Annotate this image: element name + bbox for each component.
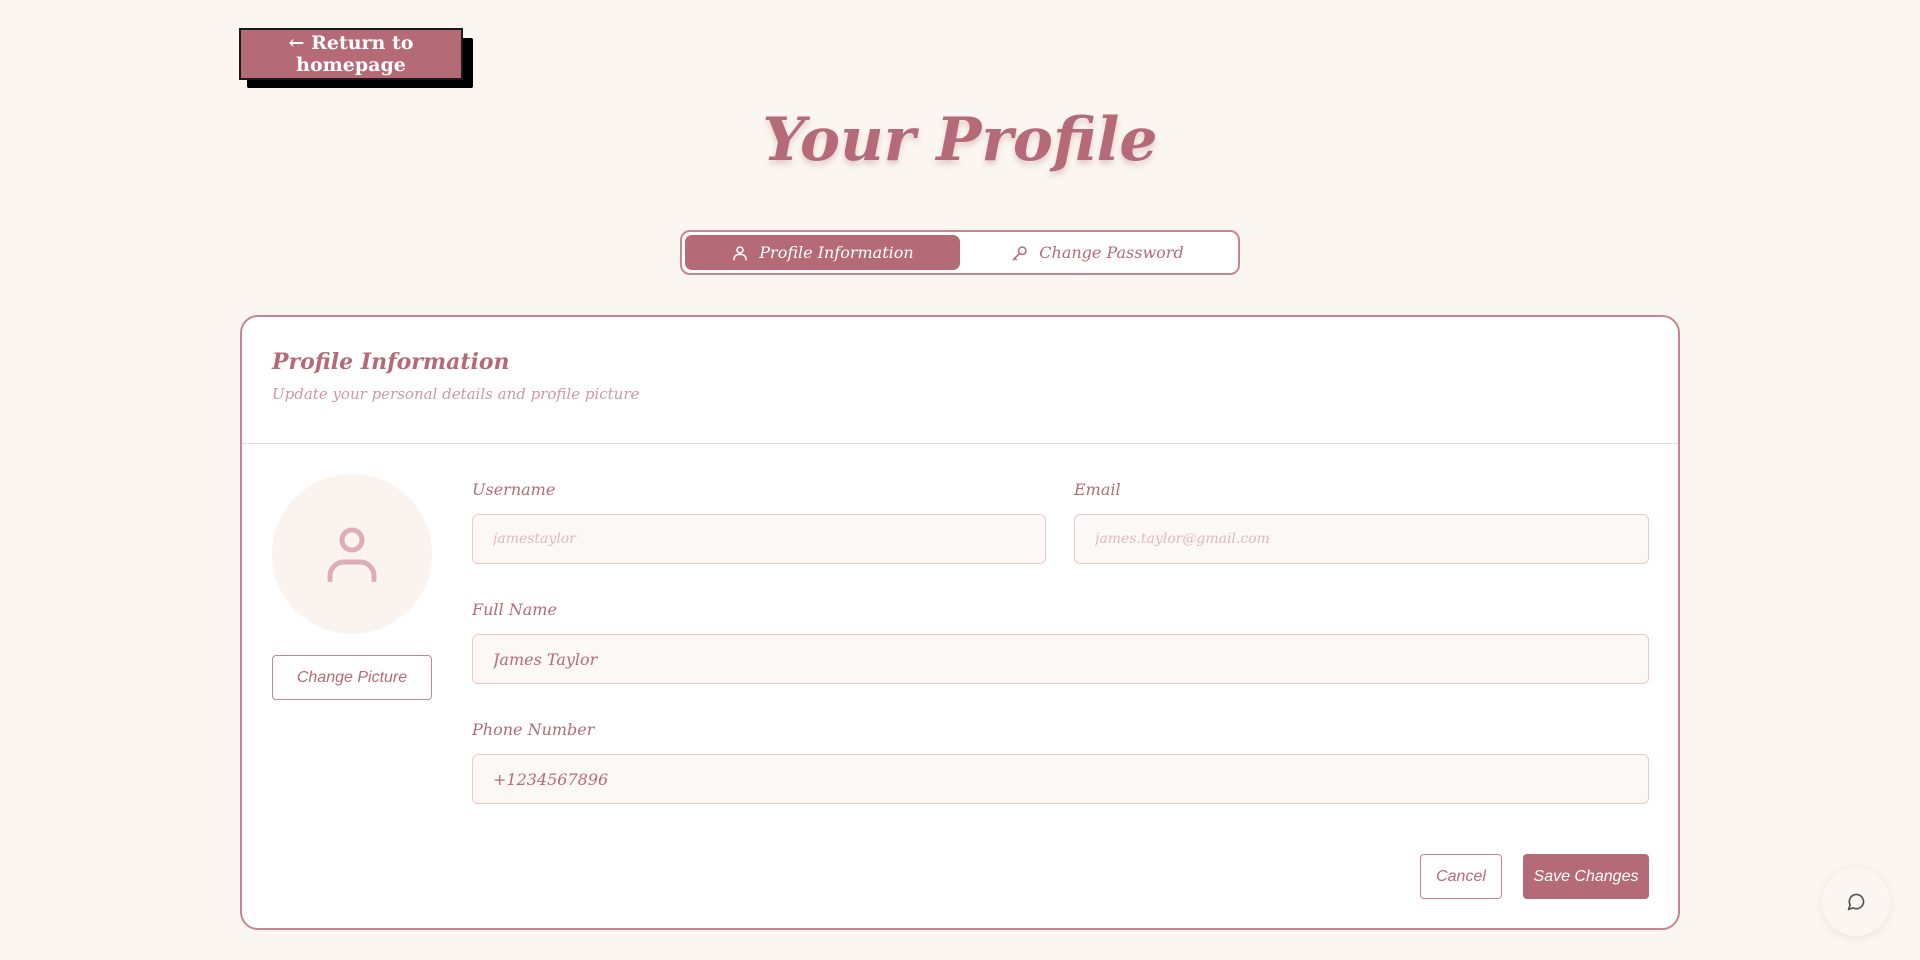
username-input[interactable] [472, 514, 1046, 564]
cancel-button[interactable]: Cancel [1420, 854, 1502, 899]
tab-profile-information-label: Profile Information [759, 243, 914, 262]
card-header: Profile Information Update your personal… [242, 317, 1678, 444]
change-picture-button[interactable]: Change Picture [272, 655, 432, 700]
username-label: Username [472, 480, 556, 499]
user-icon [733, 245, 748, 260]
card-subtitle: Update your personal details and profile… [272, 385, 640, 403]
tab-profile-information[interactable]: Profile Information [685, 235, 960, 270]
user-avatar-icon [327, 527, 377, 582]
profile-card: Profile Information Update your personal… [240, 315, 1680, 930]
avatar [272, 474, 432, 634]
profile-tabs: Profile Information Change Password [680, 230, 1240, 275]
tab-change-password[interactable]: Change Password [960, 235, 1235, 270]
tab-change-password-label: Change Password [1039, 243, 1184, 262]
card-title: Profile Information [272, 349, 510, 375]
email-input[interactable] [1074, 514, 1649, 564]
chat-button[interactable] [1822, 868, 1890, 936]
phone-number-input[interactable] [472, 754, 1649, 804]
full-name-input[interactable] [472, 634, 1649, 684]
email-label: Email [1074, 480, 1121, 499]
return-homepage-button[interactable]: ← Return to homepage [239, 28, 463, 80]
phone-number-label: Phone Number [472, 720, 595, 739]
return-homepage-wrapper: ← Return to homepage [239, 28, 474, 90]
key-icon [1012, 245, 1028, 260]
save-changes-button[interactable]: Save Changes [1523, 854, 1649, 899]
chat-icon [1847, 893, 1865, 911]
page-title: Your Profile [762, 105, 1158, 175]
full-name-label: Full Name [472, 600, 557, 619]
